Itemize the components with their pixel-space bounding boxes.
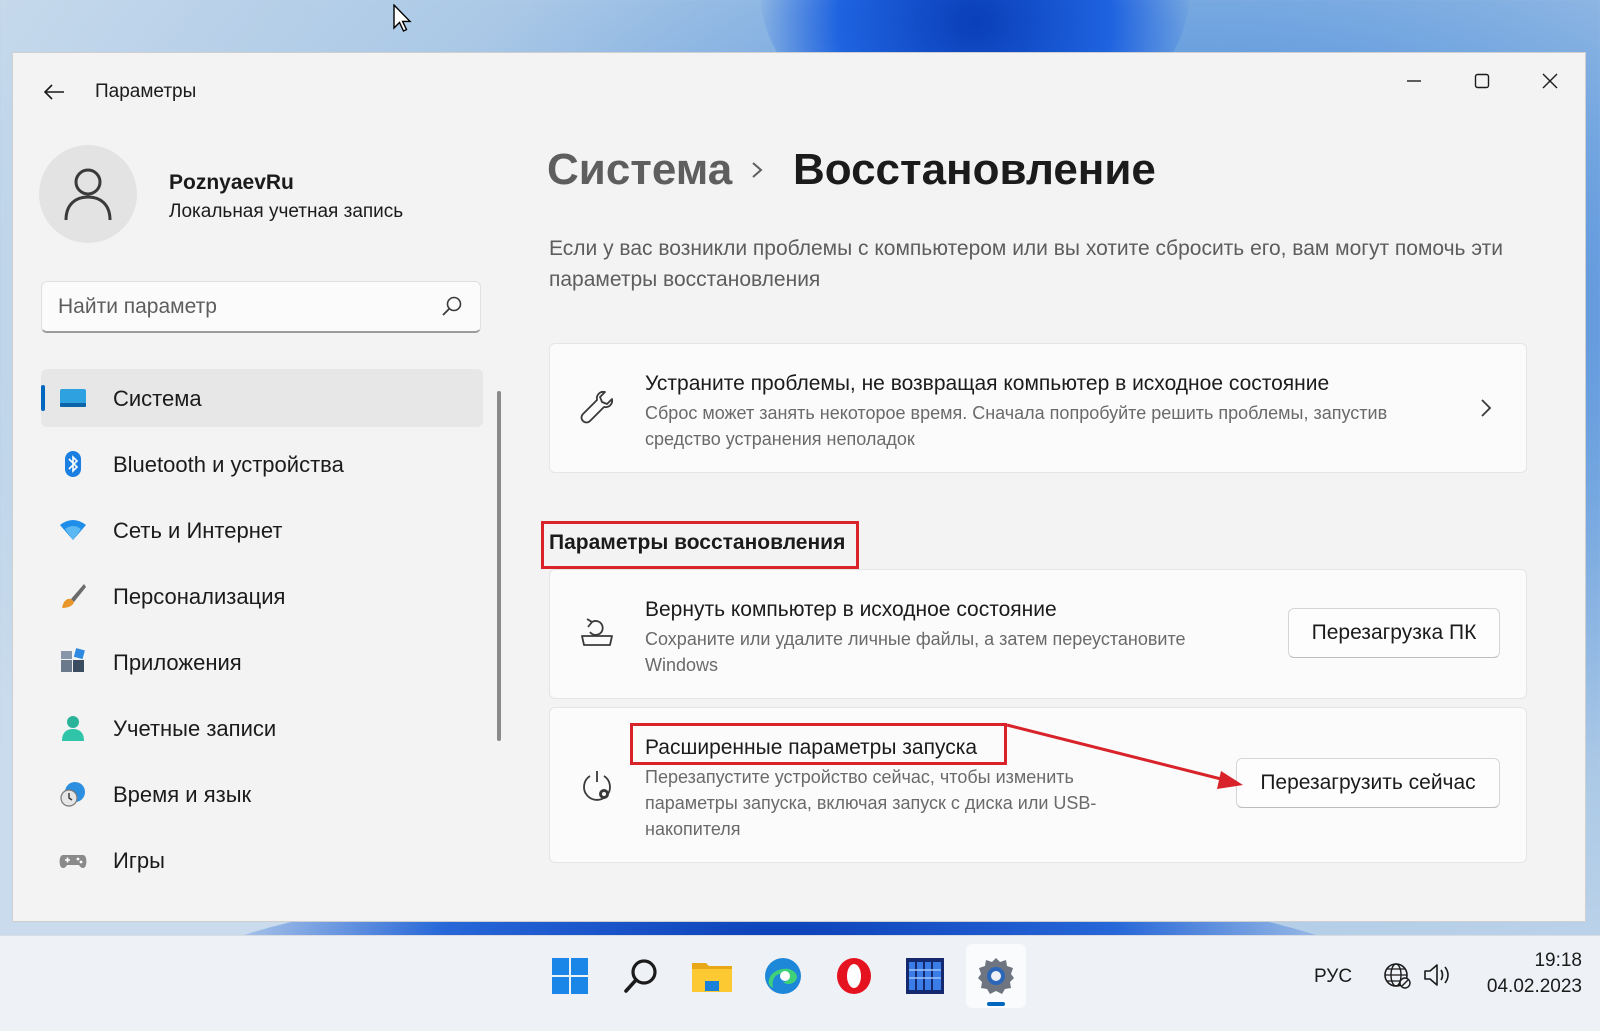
reset-pc-button[interactable]: Перезагрузка ПК [1288,608,1500,658]
highlight-box [541,521,859,569]
start-button[interactable] [540,944,600,1008]
sidebar-item-system[interactable]: Система [41,369,483,427]
system-clock[interactable]: 19:18 04.02.2023 [1472,948,1582,1000]
wrench-icon [580,390,614,424]
close-icon [1542,73,1558,89]
settings-window: Параметры PoznyaevRu Локальная учетная з… [12,52,1586,922]
sidebar-item-apps[interactable]: Приложения [41,633,483,691]
sidebar-item-network[interactable]: Сеть и Интернет [41,501,483,559]
sidebar-item-bluetooth[interactable]: Bluetooth и устройства [41,435,483,493]
network-globe-icon[interactable] [1382,960,1412,990]
file-explorer-button[interactable] [682,944,742,1008]
opera-icon [837,958,871,994]
user-name: PoznyaevRu [169,171,294,194]
reset-pc-icon [581,618,613,646]
settings-icon [978,958,1014,994]
search-icon[interactable] [440,294,464,318]
user-profile[interactable]: PoznyaevRu Локальная учетная запись [39,145,499,245]
page-description: Если у вас возникли проблемы с компьютер… [549,237,1503,291]
taskbar: РУС 19:18 04.02.2023 [0,935,1600,1031]
globe-clock-icon [60,782,85,807]
sidebar-item-time-language[interactable]: Время и язык [41,765,483,823]
card-title: Вернуть компьютер в исходное состояние [645,598,1057,621]
reset-pc-card: Вернуть компьютер в исходное состояние С… [549,569,1527,699]
selection-indicator [41,385,45,411]
maximize-icon [1474,73,1490,89]
breadcrumb-parent[interactable]: Система [547,145,732,195]
sidebar-item-label: Система [113,386,202,411]
sidebar-item-label: Персонализация [113,584,286,609]
apps-icon [61,648,85,672]
avatar [39,145,137,243]
card-subtitle: Сброс может занять некоторое время. Снач… [645,403,1388,449]
user-icon [64,168,112,221]
troubleshoot-card[interactable]: Устраните проблемы, не возвращая компьют… [549,343,1527,473]
volume-icon[interactable] [1422,960,1452,990]
sidebar-item-gaming[interactable]: Игры [41,831,483,889]
sidebar-item-accounts[interactable]: Учетные записи [41,699,483,757]
file-explorer-icon [692,963,732,992]
maximize-button[interactable] [1449,61,1515,101]
search-box[interactable] [41,281,481,333]
sidebar-nav: Система Bluetooth и устройства Сеть и Ин… [41,369,483,897]
sidebar-item-label: Учетные записи [113,716,277,741]
back-arrow-icon [43,84,64,100]
wifi-icon [60,520,86,540]
chevron-right-icon [1481,399,1492,417]
sidebar-item-label: Сеть и Интернет [113,518,283,543]
person-icon [62,716,84,741]
minimize-icon [1407,80,1421,82]
app-title: Параметры [95,81,197,102]
close-button[interactable] [1517,61,1583,101]
card-subtitle: Перезапустите устройство сейчас, чтобы и… [645,767,1097,839]
language-indicator[interactable]: РУС [1314,966,1352,988]
sidebar-item-label: Приложения [113,650,242,675]
chevron-right-icon [752,162,763,178]
gamepad-icon [59,855,87,868]
settings-taskbar-button[interactable] [966,944,1026,1008]
search-icon [624,959,657,993]
sidebar-item-label: Bluetooth и устройства [113,452,344,477]
app-grid-icon [906,958,944,994]
highlight-box [630,723,1007,765]
back-button[interactable] [39,77,69,107]
bluetooth-icon [65,451,81,477]
start-icon [552,958,588,994]
app-grid-button[interactable] [895,944,955,1008]
clock-time: 19:18 [1534,950,1582,971]
advanced-startup-icon [583,771,611,801]
sidebar-scrollbar[interactable] [497,391,501,741]
clock-date: 04.02.2023 [1486,976,1582,997]
search-input[interactable] [58,292,418,322]
minimize-button[interactable] [1381,61,1447,101]
edge-button[interactable] [753,944,813,1008]
system-icon [60,389,86,407]
active-app-indicator [987,1002,1005,1006]
sidebar-item-label: Игры [113,848,165,873]
edge-icon [765,958,801,994]
taskbar-search-button[interactable] [611,944,671,1008]
card-subtitle: Сохраните или удалите личные файлы, а за… [645,629,1186,675]
mouse-cursor-icon [393,4,412,32]
opera-button[interactable] [824,944,884,1008]
brush-icon [62,584,86,608]
restart-now-button[interactable]: Перезагрузить сейчас [1236,758,1500,808]
page-title: Восстановление [793,145,1156,194]
account-type: Локальная учетная запись [169,201,404,222]
sidebar-item-personalization[interactable]: Персонализация [41,567,483,625]
card-title: Устраните проблемы, не возвращая компьют… [645,372,1330,395]
title-bar: Параметры [13,53,1585,123]
sidebar-item-label: Время и язык [113,782,252,807]
